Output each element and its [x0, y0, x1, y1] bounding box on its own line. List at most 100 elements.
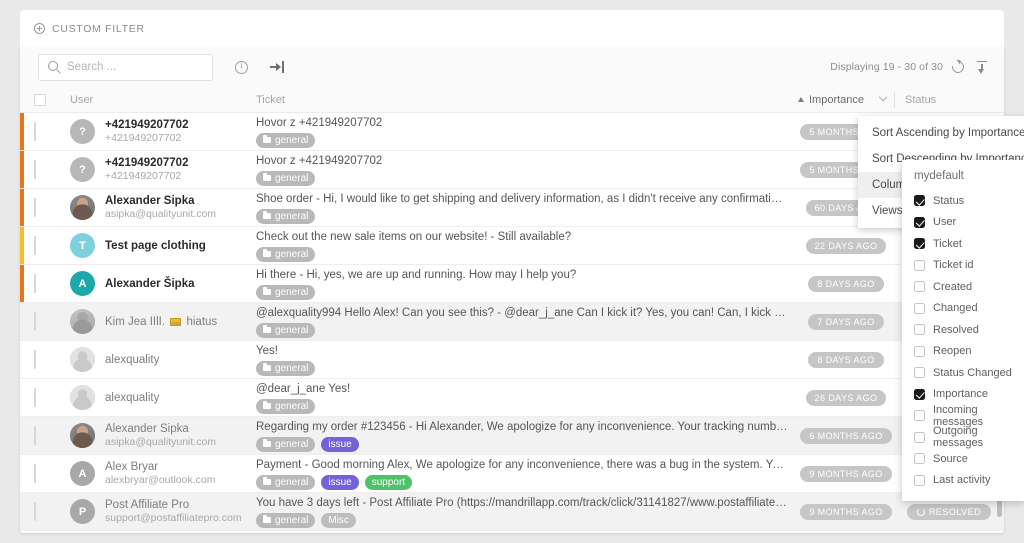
tag-Misc[interactable]: Misc: [321, 513, 356, 528]
row-checkbox[interactable]: [34, 161, 70, 179]
column-option-ticket-id[interactable]: Ticket id: [902, 255, 1024, 277]
custom-filter-label: CUSTOM FILTER: [52, 23, 145, 35]
tag-general[interactable]: general: [256, 437, 315, 452]
search-input[interactable]: [67, 61, 212, 73]
row-checkbox[interactable]: [34, 123, 70, 141]
tag-general[interactable]: general: [256, 247, 315, 262]
tag-issue[interactable]: issue: [321, 475, 358, 490]
user-text: +421949207702+421949207702: [105, 156, 188, 183]
user-email: alexbryar@outlook.com: [105, 474, 215, 487]
refresh-icon[interactable]: [950, 59, 967, 76]
column-option-importance[interactable]: Importance: [902, 384, 1024, 406]
checkbox-icon[interactable]: [914, 281, 925, 292]
row-checkbox[interactable]: [34, 237, 70, 255]
column-option-ticket[interactable]: Ticket: [902, 233, 1024, 255]
checkbox-icon[interactable]: [914, 238, 925, 249]
ticket-cell: Payment - Good morning Alex, We apologiz…: [256, 458, 798, 490]
status-cell: RESOLVED: [894, 504, 1004, 520]
table-row[interactable]: alexqualityYes!general8 DAYS AGO: [20, 341, 1004, 379]
table-row[interactable]: AAlex Bryaralexbryar@outlook.comPayment …: [20, 455, 1004, 493]
checkbox-icon: [34, 426, 36, 445]
tag-general[interactable]: general: [256, 323, 315, 338]
custom-filter-bar[interactable]: CUSTOM FILTER: [20, 10, 1004, 47]
column-header-status[interactable]: Status: [894, 92, 1004, 108]
export-icon[interactable]: [270, 61, 284, 73]
table-row[interactable]: AAlexander ŠipkaHi there - Hi, yes, we a…: [20, 265, 1004, 303]
user-text: Alexander Šipka: [105, 277, 194, 291]
column-option-outgoing-messages[interactable]: Outgoing messages: [902, 427, 1024, 449]
row-checkbox[interactable]: [34, 503, 70, 521]
table-row[interactable]: ?+421949207702+421949207702Hovor z +4219…: [20, 151, 1004, 189]
tag-general[interactable]: general: [256, 399, 315, 414]
column-header-importance[interactable]: Importance: [798, 94, 894, 106]
checkbox-icon[interactable]: [914, 453, 925, 464]
checkbox-icon[interactable]: [914, 303, 925, 314]
time-badge: 7 DAYS AGO: [808, 314, 883, 330]
row-checkbox[interactable]: [34, 351, 70, 369]
row-checkbox[interactable]: [34, 199, 70, 217]
checkbox-icon[interactable]: [914, 324, 925, 335]
row-checkbox[interactable]: [34, 275, 70, 293]
table-row[interactable]: Kim Jea IIlI. hiatus@alexquality994 Hell…: [20, 303, 1004, 341]
column-option-reopen[interactable]: Reopen: [902, 341, 1024, 363]
importance-cell: 22 DAYS AGO: [798, 238, 894, 254]
checkbox-icon[interactable]: [914, 260, 925, 271]
column-option-changed[interactable]: Changed: [902, 298, 1024, 320]
avatar: [70, 195, 95, 220]
column-option-last-activity[interactable]: Last activity: [902, 470, 1024, 492]
column-option-label: Ticket: [933, 238, 962, 250]
user-text: Test page clothing: [105, 239, 206, 253]
column-option-resolved[interactable]: Resolved: [902, 319, 1024, 341]
table-row[interactable]: TTest page clothingCheck out the new sal…: [20, 227, 1004, 265]
table-row[interactable]: Alexander Sipkaasipka@qualityunit.comSho…: [20, 189, 1004, 227]
row-checkbox[interactable]: [34, 313, 70, 331]
column-option-created[interactable]: Created: [902, 276, 1024, 298]
user-name: +421949207702: [105, 118, 188, 132]
checkbox-icon[interactable]: [914, 346, 925, 357]
search-box[interactable]: [38, 54, 213, 81]
tag-issue[interactable]: issue: [321, 437, 358, 452]
chevron-down-icon[interactable]: [879, 92, 887, 100]
collapse-icon[interactable]: [976, 61, 988, 74]
row-checkbox[interactable]: [34, 427, 70, 445]
tag-support[interactable]: support: [365, 475, 412, 490]
info-icon[interactable]: [235, 61, 248, 74]
user-text: Alex Bryaralexbryar@outlook.com: [105, 460, 215, 487]
checkbox-icon[interactable]: [914, 410, 925, 421]
tag-general[interactable]: general: [256, 475, 315, 490]
row-checkbox[interactable]: [34, 465, 70, 483]
tag-general[interactable]: general: [256, 171, 315, 186]
column-option-incoming-messages[interactable]: Incoming messages: [902, 405, 1024, 427]
checkbox-icon[interactable]: [914, 475, 925, 486]
tag-general[interactable]: general: [256, 513, 315, 528]
column-header-user[interactable]: User: [70, 94, 256, 106]
table-row[interactable]: alexquality@dear_j_ane Yes!general26 DAY…: [20, 379, 1004, 417]
tag-general[interactable]: general: [256, 209, 315, 224]
tag-general[interactable]: general: [256, 285, 315, 300]
tag-general[interactable]: general: [256, 361, 315, 376]
column-option-user[interactable]: User: [902, 212, 1024, 234]
user-name: Post Affiliate Pro: [105, 498, 242, 512]
checkbox-icon[interactable]: [914, 195, 925, 206]
column-option-source[interactable]: Source: [902, 448, 1024, 470]
table-row[interactable]: Alexander Sipkaasipka@qualityunit.comReg…: [20, 417, 1004, 455]
tag-general[interactable]: general: [256, 133, 315, 148]
column-option-status[interactable]: Status: [902, 190, 1024, 212]
checkbox-icon[interactable]: [914, 432, 925, 443]
row-checkbox[interactable]: [34, 389, 70, 407]
columns-submenu[interactable]: mydefault StatusUserTicketTicket idCreat…: [902, 160, 1024, 501]
time-badge: 9 MONTHS AGO: [800, 466, 891, 482]
table-row[interactable]: ?+421949207702+421949207702Hovor z +4219…: [20, 113, 1004, 151]
checkbox-icon[interactable]: [914, 367, 925, 378]
folder-icon: [263, 365, 271, 371]
user-name: +421949207702: [105, 156, 188, 170]
column-header-ticket[interactable]: Ticket: [256, 94, 798, 106]
ticket-subject: @dear_j_ane Yes!: [256, 382, 788, 397]
select-all-checkbox[interactable]: [34, 94, 70, 106]
column-option-status-changed[interactable]: Status Changed: [902, 362, 1024, 384]
avatar: P: [70, 499, 95, 524]
table-row[interactable]: PPost Affiliate Prosupport@postaffiliate…: [20, 493, 1004, 531]
checkbox-icon[interactable]: [914, 217, 925, 228]
checkbox-icon[interactable]: [914, 389, 925, 400]
menu-item-sort-ascending-by-importance[interactable]: Sort Ascending by Importance: [858, 120, 1024, 146]
